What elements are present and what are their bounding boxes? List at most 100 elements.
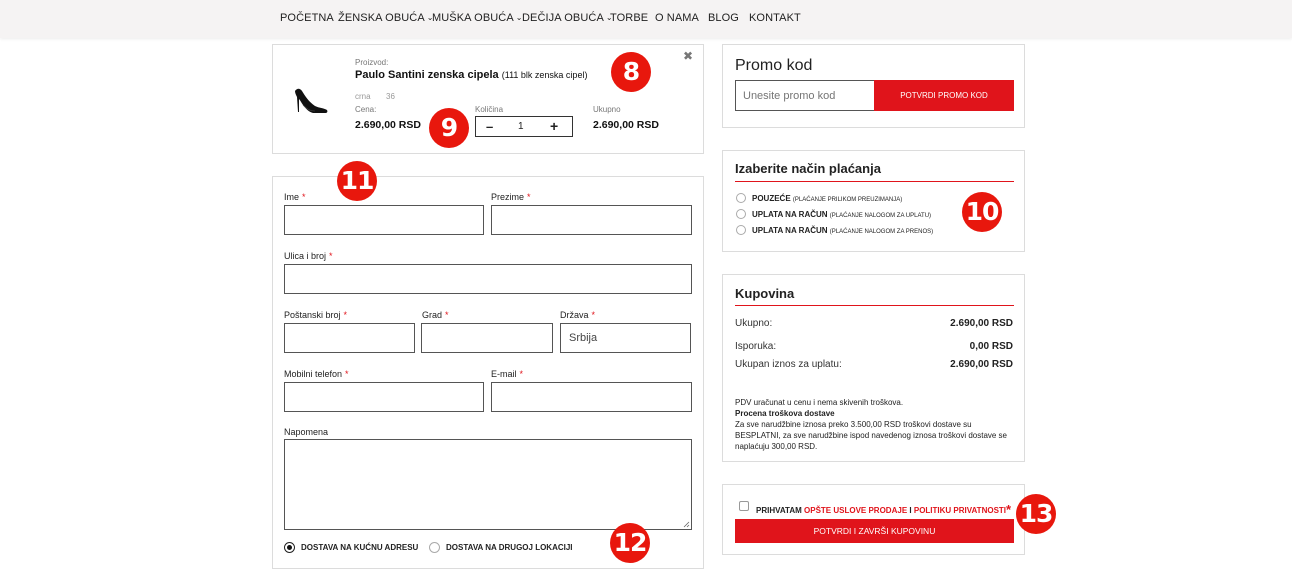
required-mark: * [345, 369, 349, 379]
payment-option-radio[interactable] [736, 209, 746, 219]
nav-item-label: ŽENSKA OBUĆA [338, 12, 425, 24]
grand-total-label: Ukupan iznos za uplatu: [735, 359, 842, 370]
subtotal-label: Ukupno: [735, 318, 773, 329]
nav-item-pocetna[interactable]: POČETNA [280, 12, 334, 24]
payment-option-label: UPLATA NA RAČUN [752, 210, 828, 219]
street-label: Ulica i broj * [284, 251, 333, 261]
summary-title: Kupovina [735, 286, 795, 301]
terms-text: PRIHVATAM OPŠTE USLOVE PRODAJE I POLITIK… [756, 502, 1011, 517]
delivery-other-label: DOSTAVA NA DRUGOJ LOKACIJI [446, 543, 573, 552]
terms-checkbox[interactable] [739, 501, 749, 511]
payment-title: Izaberite način plaćanja [735, 161, 881, 176]
apply-promo-button[interactable]: POTVRDI PROMO KOD [874, 80, 1014, 111]
note-textarea[interactable] [284, 439, 692, 530]
payment-divider [735, 181, 1014, 182]
nav-item-label: DEČIJA OBUĆA [522, 12, 604, 24]
country-value: Srbija [569, 332, 598, 344]
nav-item-kontakt[interactable]: KONTAKT [749, 12, 801, 24]
city-label-text: Grad [422, 310, 443, 320]
annotation-badge-13: 13 [1016, 494, 1056, 534]
quantity-value[interactable]: 1 [518, 121, 524, 132]
privacy-policy-link[interactable]: POLITIKU PRIVATNOSTI [914, 506, 1006, 515]
complete-purchase-button[interactable]: POTVRDI I ZAVRŠI KUPOVINU [735, 519, 1014, 543]
annotation-badge-9: 9 [429, 108, 469, 148]
product-name-text: Paulo Santini zenska cipela [355, 69, 499, 81]
annotation-badge-12: 12 [610, 523, 650, 563]
payment-option-bank-uplata[interactable]: UPLATA NA RAČUN (PLAĆANJE NALOGOM ZA UPL… [752, 210, 931, 219]
total-value: 2.690,00 RSD [593, 119, 659, 131]
payment-option-label: POUZEĆE [752, 194, 791, 203]
shipping-value: 0,00 RSD [969, 341, 1013, 352]
nav-item-label: MUŠKA OBUĆA [432, 12, 514, 24]
required-mark: * [445, 310, 449, 320]
required-mark: * [343, 310, 348, 320]
price-label: Cena: [355, 105, 377, 114]
payment-option-radio[interactable] [736, 193, 746, 203]
email-field[interactable] [491, 382, 692, 412]
payment-option-sub: (PLAĆANJE PRILIKOM PREUZIMANJA) [792, 197, 903, 203]
resize-handle-icon[interactable] [683, 521, 690, 528]
total-label: Ukupno [593, 105, 621, 114]
street-label-text: Ulica i broj [284, 251, 327, 261]
required-mark: * [302, 192, 306, 202]
quantity-label: Količina [475, 105, 504, 114]
annotation-badge-10: 10 [962, 192, 1002, 232]
shoe-image [295, 88, 328, 113]
nav-item-o-nama[interactable]: O NAMA [655, 12, 699, 24]
payment-option-label: UPLATA NA RAČUN [752, 226, 828, 235]
nav-item-decija-obuca[interactable]: DEČIJA OBUĆA ⌄ [522, 12, 613, 24]
city-field[interactable] [421, 323, 553, 353]
product-name[interactable]: Paulo Santini zenska cipela (111 blk zen… [355, 69, 587, 81]
email-label: E-mail * [491, 369, 523, 379]
note-label: Napomena [284, 427, 329, 437]
nav-item-muska-obuca[interactable]: MUŠKA OBUĆA ⌄ [432, 12, 523, 24]
promo-code-input[interactable] [735, 80, 875, 111]
payment-option-sub: (PLAĆANJE NALOGOM ZA UPLATU) [829, 213, 932, 219]
top-navigation: POČETNA ŽENSKA OBUĆA ⌄ MUŠKA OBUĆA ⌄ DEČIJ… [0, 0, 1292, 38]
street-field[interactable] [284, 264, 692, 294]
nav-item-blog[interactable]: BLOG [708, 12, 739, 24]
shipping-label: Isporuka: [735, 341, 777, 352]
quantity-minus-button[interactable]: – [486, 119, 493, 134]
price-value: 2.690,00 RSD [355, 119, 421, 131]
close-icon[interactable]: ✖ [683, 49, 693, 63]
phone-label-text: Mobilni telefon [284, 369, 343, 379]
payment-option-cod[interactable]: POUZEĆE (PLAĆANJE PRILIKOM PREUZIMANJA) [752, 194, 902, 203]
subtotal-value: 2.690,00 RSD [950, 318, 1013, 329]
product-code: (111 blk zenska cipel) [501, 70, 588, 80]
grand-total-value: 2.690,00 RSD [950, 359, 1013, 370]
payment-option-radio[interactable] [736, 225, 746, 235]
quantity-plus-button[interactable]: + [550, 118, 558, 134]
terms-of-sale-link[interactable]: OPŠTE USLOVE PRODAJE [804, 506, 907, 515]
postal-field[interactable] [284, 323, 415, 353]
delivery-other-radio[interactable] [429, 542, 440, 553]
nav-item-torbe[interactable]: TORBE [610, 12, 648, 24]
postal-label-text: Poštanski broj [284, 310, 341, 320]
required-mark: * [1006, 502, 1012, 517]
terms-accept-text: PRIHVATAM [756, 506, 802, 515]
country-label: Država * [560, 310, 595, 320]
required-mark: * [329, 251, 333, 261]
last-name-field[interactable] [491, 205, 692, 235]
last-name-label-text: Prezime [491, 192, 525, 202]
promo-title: Promo kod [735, 57, 813, 74]
first-name-label-text: Ime [284, 192, 300, 202]
first-name-field[interactable] [284, 205, 484, 235]
postal-label: Poštanski broj * [284, 310, 347, 320]
delivery-home-label: DOSTAVA NA KUĆNU ADRESU [301, 543, 419, 552]
terms-and-text: I [909, 506, 912, 515]
vat-note: PDV uračunat u cenu i nema skivenih troš… [735, 398, 904, 407]
nav-item-zenska-obuca[interactable]: ŽENSKA OBUĆA ⌄ [338, 12, 434, 24]
last-name-label: Prezime * [491, 192, 531, 202]
shipping-estimate-title: Procena troškova dostave [735, 409, 835, 418]
product-color: crna [355, 92, 371, 101]
phone-field[interactable] [284, 382, 484, 412]
country-field[interactable]: Srbija [560, 323, 691, 353]
payment-option-sub: (PLAĆANJE NALOGOM ZA PRENOS) [829, 229, 934, 235]
quantity-stepper: – 1 + [475, 116, 573, 137]
product-label: Proizvod: [355, 58, 389, 67]
email-label-text: E-mail [491, 369, 517, 379]
payment-option-bank-prenos[interactable]: UPLATA NA RAČUN (PLAĆANJE NALOGOM ZA PRE… [752, 226, 933, 235]
first-name-label: Ime * [284, 192, 306, 202]
delivery-home-radio[interactable] [284, 542, 295, 553]
